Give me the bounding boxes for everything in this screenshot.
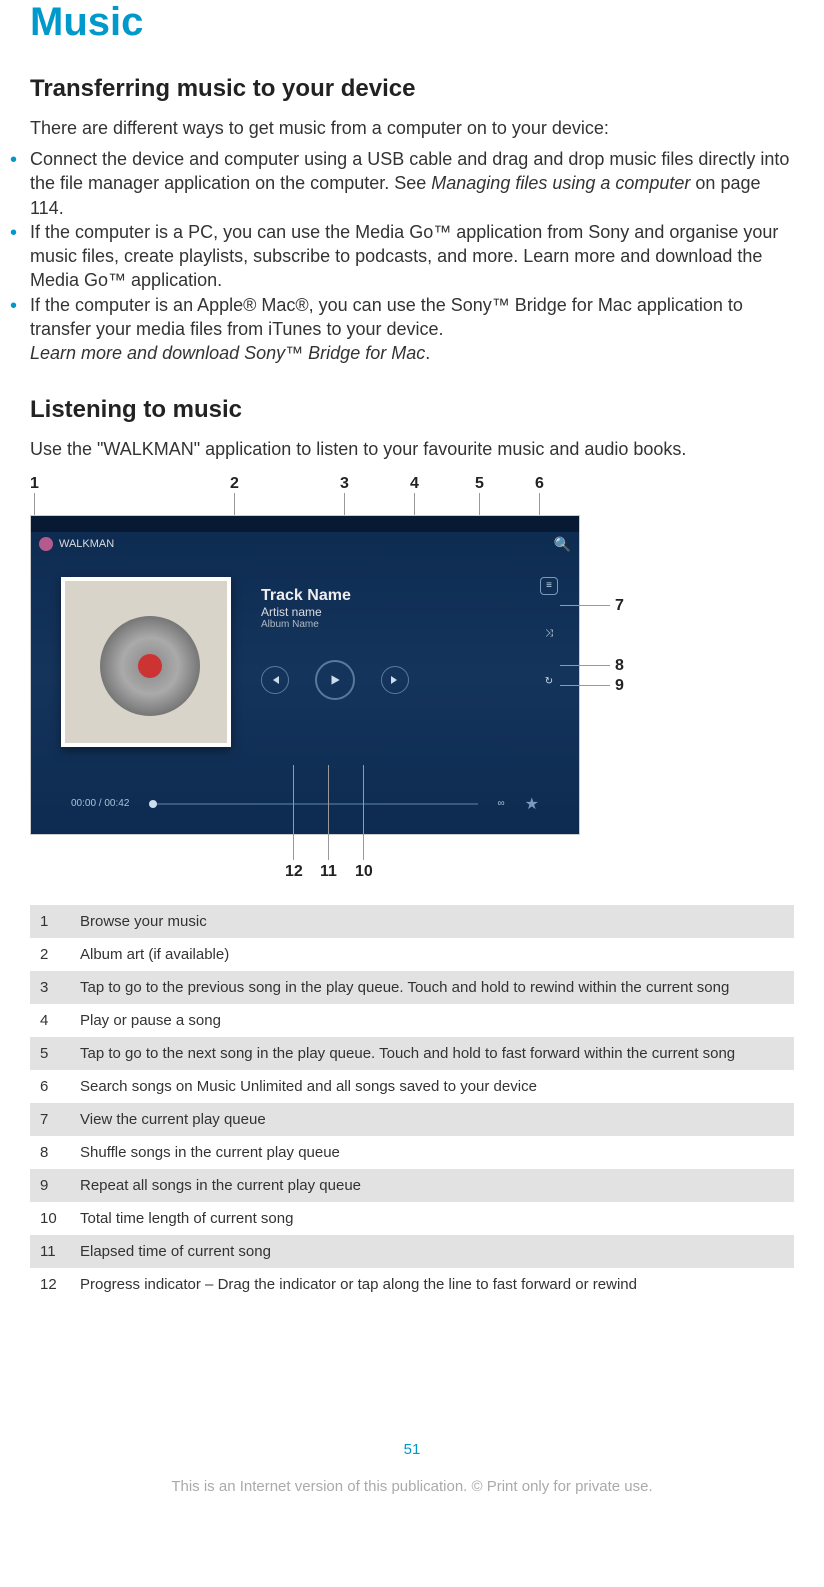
walkman-header[interactable]: WALKMAN 🔍 — [31, 532, 579, 557]
walkman-figure: 1 2 3 4 5 6 WALKMAN 🔍 Track Name Artist … — [30, 475, 620, 885]
bullet-text: If the computer is a PC, you can use the… — [30, 222, 778, 291]
bullet-item: If the computer is an Apple® Mac®, you c… — [10, 293, 794, 366]
repeat-icon[interactable]: ↻ — [540, 673, 558, 691]
table-row: 8Shuffle songs in the current play queue — [30, 1136, 794, 1169]
walkman-screenshot: WALKMAN 🔍 Track Name Artist name Album N… — [30, 515, 580, 835]
section-listening-heading: Listening to music — [30, 396, 794, 424]
legend-text: Browse your music — [70, 905, 794, 938]
legend-num: 9 — [30, 1169, 70, 1202]
legend-text: Elapsed time of current song — [70, 1235, 794, 1268]
shuffle-icon[interactable]: ⤨ — [540, 625, 558, 643]
table-row: 6Search songs on Music Unlimited and all… — [30, 1070, 794, 1103]
transferring-bullet-list: Connect the device and computer using a … — [10, 147, 794, 366]
callout-1: 1 — [30, 475, 39, 493]
legend-text: Album art (if available) — [70, 938, 794, 971]
legend-text: Total time length of current song — [70, 1202, 794, 1235]
callout-10: 10 — [355, 863, 373, 881]
favorite-star-icon[interactable]: ★ — [525, 794, 539, 814]
legend-num: 6 — [30, 1070, 70, 1103]
footer-disclaimer: This is an Internet version of this publ… — [30, 1478, 794, 1495]
artist-name: Artist name — [261, 605, 519, 619]
legend-text: Tap to go to the next song in the play q… — [70, 1037, 794, 1070]
previous-button[interactable] — [261, 666, 289, 694]
legend-num: 4 — [30, 1004, 70, 1037]
legend-text: View the current play queue — [70, 1103, 794, 1136]
next-button[interactable] — [381, 666, 409, 694]
search-icon[interactable]: 🔍 — [554, 536, 571, 553]
legend-num: 10 — [30, 1202, 70, 1235]
legend-text: Search songs on Music Unlimited and all … — [70, 1070, 794, 1103]
section-transferring-heading: Transferring music to your device — [30, 75, 794, 103]
legend-text: Play or pause a song — [70, 1004, 794, 1037]
page-number: 51 — [30, 1441, 794, 1458]
legend-num: 2 — [30, 938, 70, 971]
table-row: 4Play or pause a song — [30, 1004, 794, 1037]
album-name: Album Name — [261, 619, 519, 630]
progress-bar[interactable] — [149, 803, 477, 805]
legend-num: 8 — [30, 1136, 70, 1169]
table-row: 12Progress indicator – Drag the indicato… — [30, 1268, 794, 1301]
table-row: 9Repeat all songs in the current play qu… — [30, 1169, 794, 1202]
callout-6: 6 — [535, 475, 544, 493]
bullet-item: Connect the device and computer using a … — [10, 147, 794, 220]
legend-num: 12 — [30, 1268, 70, 1301]
callout-2: 2 — [230, 475, 239, 493]
legend-num: 1 — [30, 905, 70, 938]
legend-num: 11 — [30, 1235, 70, 1268]
callout-9: 9 — [615, 677, 624, 695]
callout-8: 8 — [615, 657, 624, 675]
queue-icon[interactable]: ≡ — [540, 577, 558, 595]
infinity-icon[interactable]: ∞ — [498, 798, 505, 809]
legend-table: 1Browse your music 2Album art (if availa… — [30, 905, 794, 1301]
disc-icon — [100, 616, 200, 716]
page-title: Music — [30, 0, 794, 45]
album-art[interactable] — [61, 577, 231, 747]
callout-7: 7 — [615, 597, 624, 615]
table-row: 2Album art (if available) — [30, 938, 794, 971]
callout-11: 11 — [320, 863, 337, 881]
legend-text: Repeat all songs in the current play que… — [70, 1169, 794, 1202]
table-row: 7View the current play queue — [30, 1103, 794, 1136]
callout-4: 4 — [410, 475, 419, 493]
table-row: 3Tap to go to the previous song in the p… — [30, 971, 794, 1004]
bullet-text-b: . — [425, 343, 430, 363]
walkman-app-label: WALKMAN — [59, 538, 114, 550]
legend-text: Shuffle songs in the current play queue — [70, 1136, 794, 1169]
bullet-italic: Learn more and download Sony™ Bridge for… — [30, 343, 425, 363]
legend-num: 7 — [30, 1103, 70, 1136]
callout-12: 12 — [285, 863, 303, 881]
table-row: 1Browse your music — [30, 905, 794, 938]
legend-text: Tap to go to the previous song in the pl… — [70, 971, 794, 1004]
callout-3: 3 — [340, 475, 349, 493]
time-display: 00:00 / 00:42 — [71, 798, 129, 809]
legend-num: 3 — [30, 971, 70, 1004]
bullet-text: If the computer is an Apple® Mac®, you c… — [30, 295, 743, 339]
bullet-italic: Managing files using a computer — [431, 173, 690, 193]
table-row: 5Tap to go to the next song in the play … — [30, 1037, 794, 1070]
section-listening-intro: Use the "WALKMAN" application to listen … — [30, 439, 794, 460]
status-bar — [31, 516, 579, 532]
table-row: 10Total time length of current song — [30, 1202, 794, 1235]
legend-text: Progress indicator – Drag the indicator … — [70, 1268, 794, 1301]
bullet-item: If the computer is a PC, you can use the… — [10, 220, 794, 293]
section-transferring-intro: There are different ways to get music fr… — [30, 118, 794, 139]
callout-5: 5 — [475, 475, 484, 493]
track-name: Track Name — [261, 587, 519, 605]
table-row: 11Elapsed time of current song — [30, 1235, 794, 1268]
walkman-logo-icon — [39, 537, 53, 551]
legend-num: 5 — [30, 1037, 70, 1070]
play-pause-button[interactable] — [315, 660, 355, 700]
